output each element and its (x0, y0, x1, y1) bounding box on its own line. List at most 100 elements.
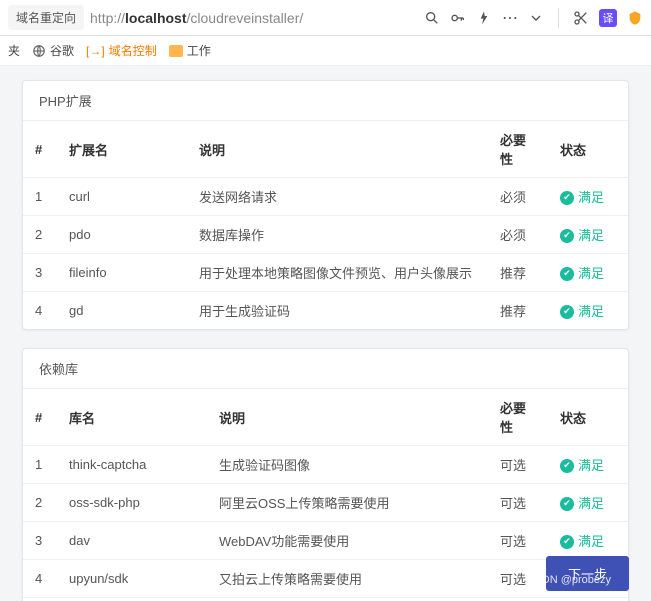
bookmark-google[interactable]: 谷歌 (32, 42, 74, 59)
cell-necessity: 推荐 (488, 254, 548, 292)
cell-desc: 数据库操作 (187, 216, 488, 254)
cell-necessity: 可选 (488, 446, 548, 484)
cell-index: 1 (23, 446, 57, 484)
cell-index: 2 (23, 216, 57, 254)
check-icon (560, 532, 574, 549)
cell-desc: 发送网络请求 (187, 178, 488, 216)
table-row: 4gd用于生成验证码推荐满足 (23, 292, 628, 330)
cell-status: 满足 (548, 178, 628, 216)
bookmarks-bar: 夹 谷歌 [→]域名控制 工作 (0, 36, 651, 66)
col-necessity: 必要性 (488, 389, 548, 446)
col-desc: 说明 (207, 389, 488, 446)
status-badge: 满足 (560, 301, 604, 320)
php-extensions-table: # 扩展名 说明 必要性 状态 1curl发送网络请求必须满足2pdo数据库操作… (23, 121, 628, 329)
cell-desc: 用于生成验证码 (187, 292, 488, 330)
cell-index: 2 (23, 484, 57, 522)
col-necessity: 必要性 (488, 121, 548, 178)
cell-desc: WebDAV功能需要使用 (207, 522, 488, 560)
col-index: # (23, 389, 57, 446)
cell-name: curl (57, 178, 187, 216)
cell-name: upyun/sdk (57, 560, 207, 598)
cell-necessity: 必须 (488, 178, 548, 216)
status-badge: 满足 (560, 455, 604, 474)
cell-name: oss-sdk-php (57, 484, 207, 522)
check-icon (560, 226, 574, 243)
cell-name: googleauthenticator (57, 598, 207, 601)
bookmark-work[interactable]: 工作 (169, 42, 211, 59)
col-desc: 说明 (187, 121, 488, 178)
cell-status: 满足 (548, 254, 628, 292)
table-row: 2pdo数据库操作必须满足 (23, 216, 628, 254)
search-icon[interactable] (424, 10, 440, 26)
status-badge: 满足 (560, 187, 604, 206)
more-icon[interactable]: ⋯ (502, 8, 518, 28)
scissors-icon[interactable] (573, 10, 589, 26)
col-name: 库名 (57, 389, 207, 446)
cell-necessity: 可选 (488, 560, 548, 598)
cell-index: 5 (23, 598, 57, 601)
cell-index: 4 (23, 292, 57, 330)
status-badge: 满足 (560, 531, 604, 550)
cell-index: 4 (23, 560, 57, 598)
cell-status: 满足 (548, 522, 628, 560)
check-icon (560, 456, 574, 473)
shield-icon[interactable] (627, 10, 643, 26)
status-badge: 满足 (560, 225, 604, 244)
cell-necessity: 必须 (488, 216, 548, 254)
card-title: PHP扩展 (23, 81, 628, 121)
cell-status: 满足 (548, 446, 628, 484)
separator (558, 8, 559, 28)
cell-name: gd (57, 292, 187, 330)
next-button[interactable]: 下一步 (546, 556, 629, 591)
cell-status: 满足 (548, 484, 628, 522)
card-title: 依赖库 (23, 349, 628, 389)
cell-necessity: 可选 (488, 484, 548, 522)
lightning-icon[interactable] (476, 10, 492, 26)
address-bar-actions: ⋯ 译 (424, 8, 643, 28)
cell-necessity: 推荐 (488, 292, 548, 330)
table-row: 4upyun/sdk又拍云上传策略需要使用可选满足 (23, 560, 628, 598)
cell-necessity: 可选 (488, 522, 548, 560)
col-index: # (23, 121, 57, 178)
table-row: 2oss-sdk-php阿里云OSS上传策略需要使用可选满足 (23, 484, 628, 522)
key-icon[interactable] (450, 10, 466, 26)
status-badge: 满足 (560, 493, 604, 512)
cell-name: dav (57, 522, 207, 560)
table-row: 1think-captcha生成验证码图像可选满足 (23, 446, 628, 484)
status-badge: 满足 (560, 263, 604, 282)
cell-index: 3 (23, 522, 57, 560)
cell-desc: 生成验证码图像 (207, 446, 488, 484)
cell-desc: 又拍云上传策略需要使用 (207, 560, 488, 598)
page-content: PHP扩展 # 扩展名 说明 必要性 状态 1curl发送网络请求必须满足2pd… (0, 66, 651, 601)
chevron-down-icon[interactable] (528, 10, 544, 26)
check-icon (560, 188, 574, 205)
url-display[interactable]: http://localhost/cloudreveinstaller/ (90, 10, 424, 26)
cell-name: pdo (57, 216, 187, 254)
table-row: 1curl发送网络请求必须满足 (23, 178, 628, 216)
check-icon (560, 302, 574, 319)
cell-index: 1 (23, 178, 57, 216)
cell-status: 满足 (548, 216, 628, 254)
cell-index: 3 (23, 254, 57, 292)
check-icon (560, 264, 574, 281)
table-row: 3fileinfo用于处理本地策略图像文件预览、用户头像展示推荐满足 (23, 254, 628, 292)
folder-icon (169, 45, 183, 57)
check-icon (560, 494, 574, 511)
translate-icon[interactable]: 译 (599, 9, 617, 27)
bookmark-folder[interactable]: 夹 (8, 42, 20, 59)
cell-name: fileinfo (57, 254, 187, 292)
bracket-icon: [→] (86, 44, 105, 58)
php-extensions-card: PHP扩展 # 扩展名 说明 必要性 状态 1curl发送网络请求必须满足2pd… (22, 80, 629, 330)
cell-desc: 阿里云OSS上传策略需要使用 (207, 484, 488, 522)
cell-desc: 用于处理本地策略图像文件预览、用户头像展示 (187, 254, 488, 292)
col-name: 扩展名 (57, 121, 187, 178)
table-row: 5googleauthenticator二步验证可选不满足 (23, 598, 628, 601)
col-status: 状态 (548, 121, 628, 178)
table-row: 3davWebDAV功能需要使用可选满足 (23, 522, 628, 560)
cell-desc: 二步验证 (207, 598, 488, 601)
redirect-badge: 域名重定向 (8, 5, 84, 30)
cell-necessity: 可选 (488, 598, 548, 601)
bookmark-domain-control[interactable]: [→]域名控制 (86, 42, 157, 59)
address-bar: 域名重定向 http://localhost/cloudreveinstalle… (0, 0, 651, 36)
col-status: 状态 (548, 389, 628, 446)
